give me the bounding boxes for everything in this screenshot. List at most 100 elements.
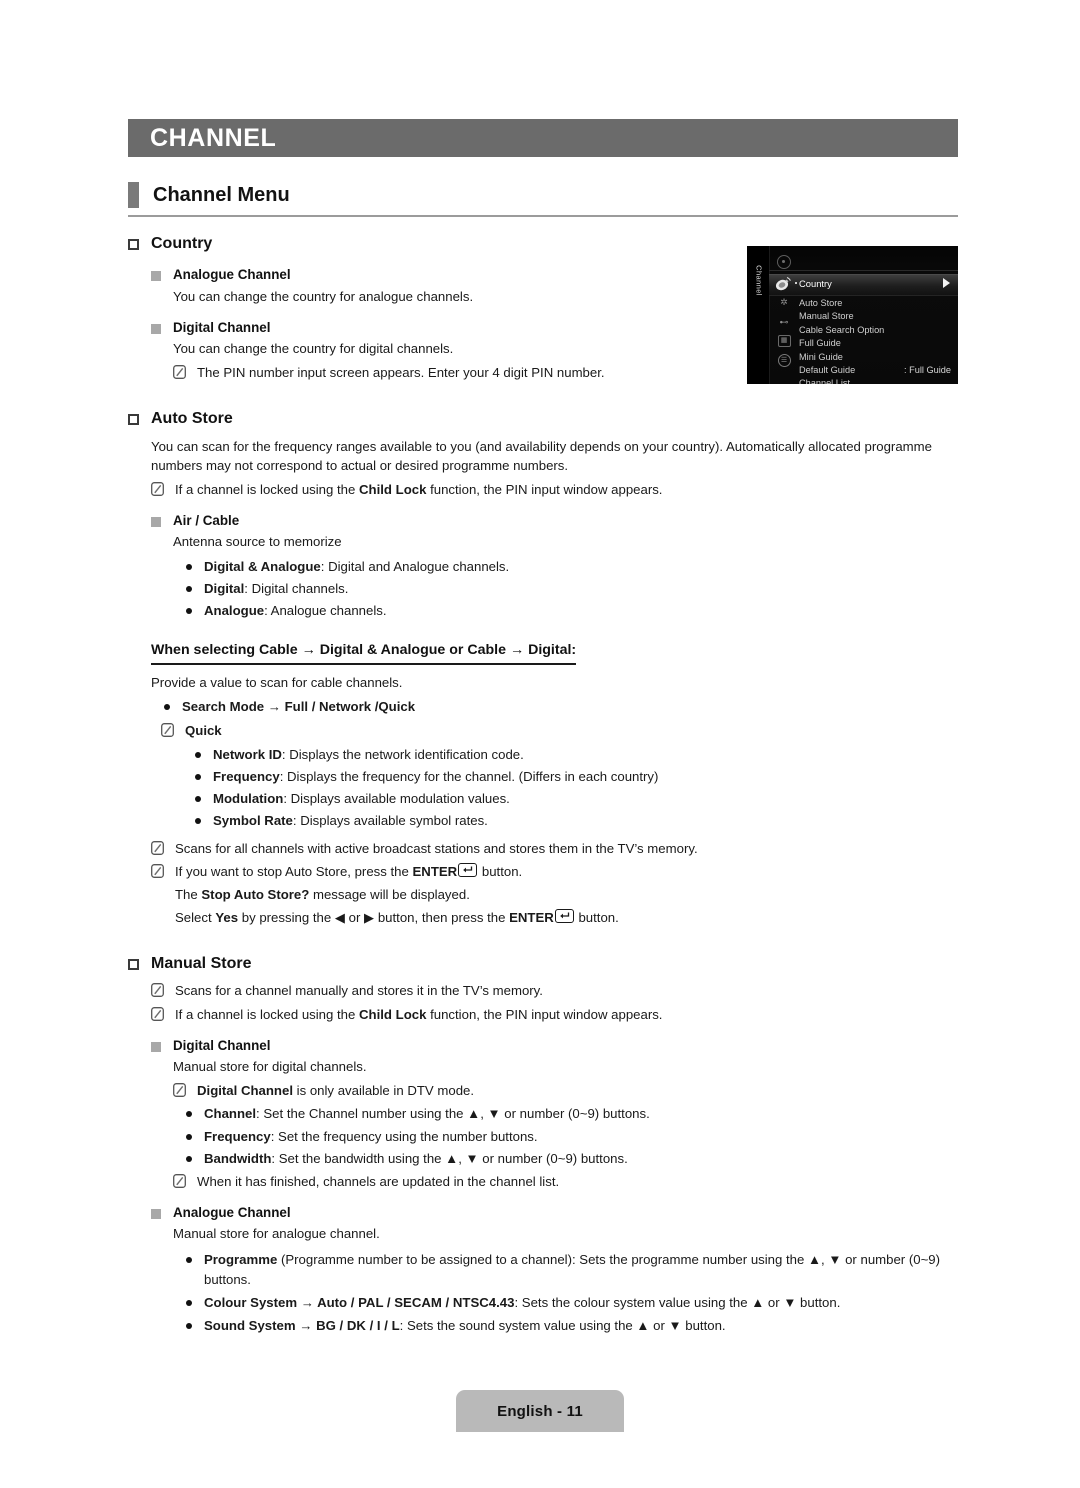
bullet-term: Channel: [204, 1106, 257, 1122]
note-rest: is only available in DTV mode.: [292, 1083, 475, 1099]
enter-label: ENTER: [509, 910, 554, 926]
bullet-term: Analogue: [204, 602, 265, 618]
bullet-icon: [195, 774, 201, 781]
manual-digital-finish-note: When it has finished, channels are updat…: [197, 1173, 560, 1189]
solid-square-icon: [151, 1208, 161, 1219]
bullet-rest: : Set the Channel number using the ▲, ▼ …: [256, 1106, 650, 1122]
note-row: If you want to stop Auto Store, press th…: [151, 862, 960, 881]
bullet-rest: : Analogue channels.: [264, 602, 387, 618]
note-post: button.: [478, 863, 523, 879]
search-mode-text: Search Mode → Full / Network /Quick: [182, 698, 416, 714]
manual-digital-bullets: Channel: Set the Channel number using th…: [151, 1104, 960, 1167]
country-digital-block: Digital Channel You can change the count…: [128, 319, 960, 383]
chapter-title: CHANNEL: [150, 123, 277, 152]
hollow-square-icon: [128, 414, 139, 426]
list-item: Programme (Programme number to be assign…: [186, 1250, 960, 1288]
air-cable-title: Air / Cable: [173, 513, 240, 529]
country-heading: Country: [151, 235, 213, 252]
bullet-icon: [186, 1322, 192, 1329]
bullet-term: Symbol Rate: [213, 813, 293, 829]
sel-mid: by pressing the ◀ or ▶ button, then pres…: [238, 910, 510, 926]
enter-key-icon: [458, 862, 478, 877]
enter-key-icon: [554, 909, 574, 924]
note-icon: [173, 1173, 186, 1188]
body-content: Country Analogue Channel You can change …: [128, 234, 960, 1335]
bullet-icon: [186, 585, 192, 592]
auto-store-intro: You can scan for the frequency ranges av…: [128, 437, 960, 499]
note-pre: If a channel is locked using the: [175, 481, 360, 497]
stop-auto-store-message: The Stop Auto Store? message will be dis…: [151, 885, 960, 904]
manual-analogue-title: Analogue Channel: [173, 1204, 291, 1220]
bullet-icon: [186, 563, 192, 570]
list-item: Channel: Set the Channel number using th…: [186, 1104, 960, 1123]
quick-note: Quick: [151, 721, 960, 740]
list-item: Search Mode → Full / Network /Quick: [151, 697, 960, 716]
manual-digital-block: Digital Channel Manual store for digital…: [128, 1037, 960, 1191]
manual-store-childlock-note: If a channel is locked using the Child L…: [175, 1005, 662, 1024]
bullet-icon: [186, 1133, 192, 1140]
bullet-icon: [186, 1257, 192, 1264]
section-heading-block: Channel Menu: [128, 180, 958, 217]
solid-square-icon: [151, 1041, 161, 1052]
bullet-icon: [164, 703, 170, 710]
chapter-title-bar: CHANNEL: [128, 119, 958, 157]
note-icon: [151, 481, 164, 496]
list-item: Digital & Analogue: Digital and Analogue…: [151, 557, 960, 576]
digital-channel-title: Digital Channel: [173, 319, 271, 335]
auto-store-heading: Auto Store: [151, 410, 233, 428]
auto-store-note-stop: If you want to stop Auto Store, press th…: [175, 862, 522, 881]
note-icon: [151, 983, 164, 998]
bullet-rest: : Sets the sound system value using the …: [399, 1317, 726, 1333]
manual-digital-desc: Manual store for digital channels.: [173, 1059, 367, 1075]
list-item: Frequency: Displays the frequency for th…: [195, 767, 960, 786]
bullet-icon: [186, 1111, 192, 1118]
manual-digital-title: Digital Channel: [173, 1037, 271, 1053]
sel-pre: Select: [175, 910, 216, 926]
cable-selection-block: When selecting Cable → Digital & Analogu…: [128, 640, 960, 831]
enter-label: ENTER: [412, 863, 458, 879]
bullet-term: Frequency: [213, 769, 280, 785]
bullet-term: Colour System → Auto / PAL / SECAM / NTS…: [204, 1294, 515, 1310]
note-icon: [161, 722, 174, 737]
list-item: Digital: Digital channels.: [151, 579, 960, 598]
bullet-term: Digital: [204, 580, 245, 596]
bullet-term: Sound System → BG / DK / I / L: [204, 1317, 400, 1333]
solid-square-icon: [151, 271, 161, 282]
manual-store-notes: Scans for a channel manually and stores …: [128, 981, 960, 1023]
note-icon: [151, 840, 164, 855]
bullet-term: Programme: [204, 1252, 278, 1268]
note-icon: [151, 1006, 164, 1021]
select-yes-instruction: Select Yes by pressing the ◀ or ▶ button…: [151, 908, 960, 927]
section-heading-title: Channel Menu: [153, 183, 290, 206]
digital-channel-desc: You can change the country for digital c…: [173, 341, 454, 357]
auto-store-section-heading: Auto Store: [128, 409, 960, 428]
bullet-icon: [186, 1299, 192, 1306]
list-item: Bandwidth: Set the bandwidth using the ▲…: [186, 1149, 960, 1168]
digital-channel-note: The PIN number input screen appears. Ent…: [197, 365, 605, 381]
auto-store-notes: Scans for all channels with active broad…: [128, 839, 960, 928]
bullet-term: Bandwidth: [204, 1150, 272, 1166]
list-item: Analogue: Analogue channels.: [151, 601, 960, 620]
note-icon: [173, 1083, 186, 1098]
digital-channel-term: Digital Channel: [197, 1083, 293, 1099]
bullet-rest: : Displays the frequency for the channel…: [279, 769, 659, 785]
manual-store-note-scan: Scans for a channel manually and stores …: [175, 983, 543, 999]
note-row: Scans for a channel manually and stores …: [151, 981, 960, 1000]
note-pre: If you want to stop Auto Store, press th…: [175, 863, 413, 879]
solid-square-icon: [151, 517, 161, 528]
note-post: function, the PIN input window appears.: [426, 1006, 663, 1022]
hollow-square-icon: [128, 959, 139, 971]
bullet-rest: : Displays available modulation values.: [283, 791, 510, 807]
auto-store-childlock-note: If a channel is locked using the Child L…: [175, 480, 662, 499]
note-row: Digital Channel is only available in DTV…: [151, 1081, 960, 1100]
page-number-tab: English - 11: [456, 1390, 624, 1432]
manual-analogue-bullets: Programme (Programme number to be assign…: [151, 1250, 960, 1335]
note-post: function, the PIN input window appears.: [426, 481, 663, 497]
sel-post: button.: [574, 910, 619, 926]
note-row: If a channel is locked using the Child L…: [151, 1005, 960, 1024]
list-item: Modulation: Displays available modulatio…: [195, 789, 960, 808]
auto-store-note-scan: Scans for all channels with active broad…: [175, 840, 698, 856]
bullet-icon: [195, 818, 201, 825]
list-item: Frequency: Set the frequency using the n…: [186, 1127, 960, 1146]
msg-post: message will be displayed.: [309, 886, 470, 902]
